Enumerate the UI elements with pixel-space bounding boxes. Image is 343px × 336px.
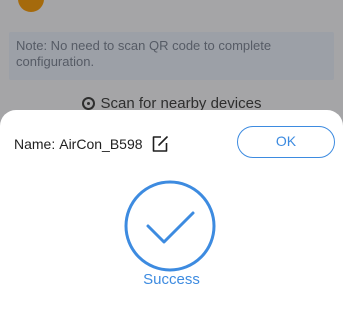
screen: Note: No need to scan QR code to complet… bbox=[0, 0, 343, 336]
success-sheet: Name: AirCon_B598 OK Success bbox=[0, 110, 343, 336]
name-label: Name: bbox=[14, 136, 56, 152]
success-status-text: Success bbox=[143, 271, 200, 288]
ok-button[interactable]: OK bbox=[237, 126, 335, 158]
device-name-row: Name: AirCon_B598 bbox=[14, 134, 169, 154]
checkmark-circle-icon bbox=[124, 180, 216, 272]
edit-icon[interactable] bbox=[151, 135, 169, 153]
device-name: AirCon_B598 bbox=[59, 136, 143, 152]
